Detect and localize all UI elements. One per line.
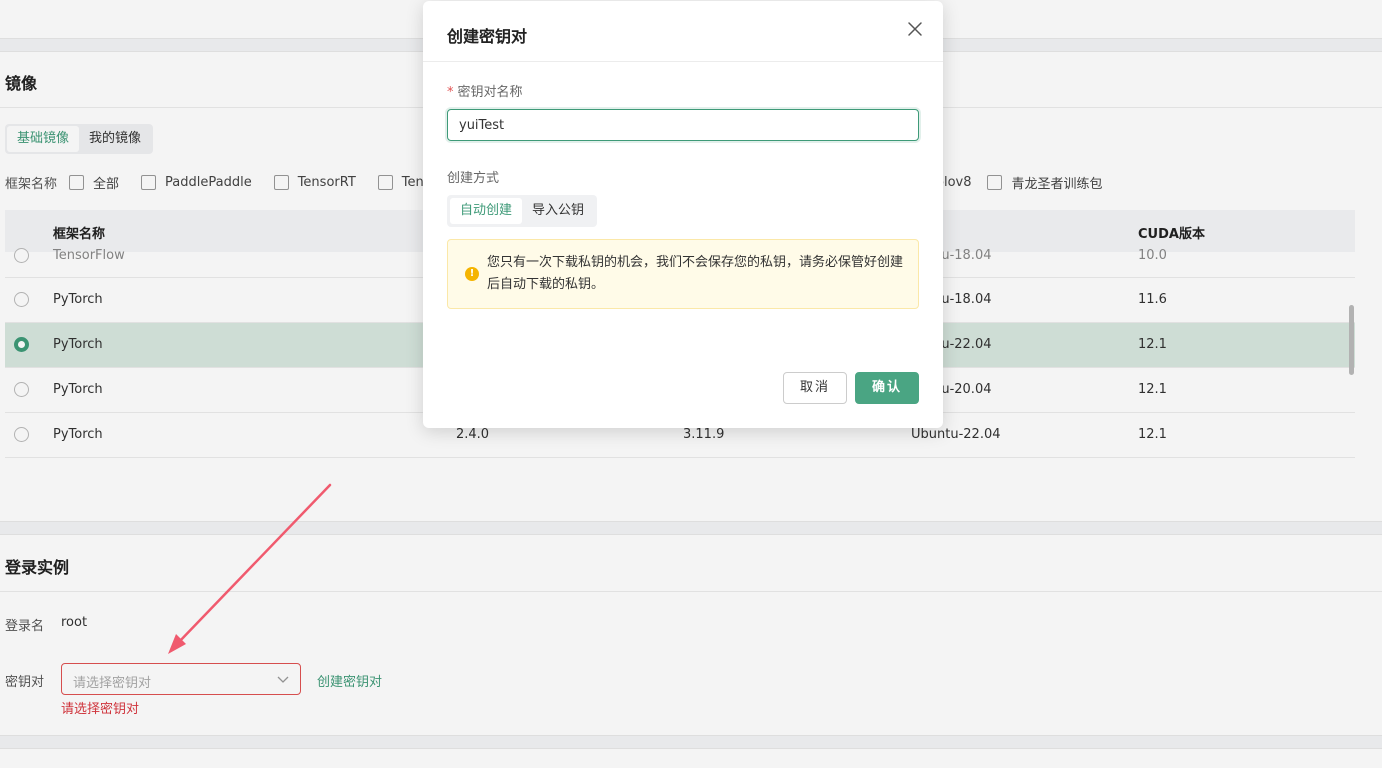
warning-icon: ! bbox=[465, 267, 479, 281]
warning-alert: ! 您只有一次下载私钥的机会，我们不会保存您的私钥，请务必保管好创建后自动下载的… bbox=[447, 239, 919, 309]
keypair-name-input[interactable] bbox=[447, 109, 919, 141]
confirm-button[interactable]: 确认 bbox=[855, 372, 920, 404]
dialog-title: 创建密钥对 bbox=[447, 27, 528, 46]
create-keypair-dialog: 创建密钥对 *密钥对名称 创建方式 自动创建 导入公钥 ! 您只有一次下载私钥的… bbox=[423, 1, 943, 428]
method-import-public-key[interactable]: 导入公钥 bbox=[522, 198, 594, 224]
dialog-header: 创建密钥对 bbox=[423, 1, 943, 62]
close-icon[interactable] bbox=[907, 21, 923, 37]
warning-text: 您只有一次下载私钥的机会，我们不会保存您的私钥，请务必保管好创建后自动下载的私钥… bbox=[487, 255, 904, 292]
method-auto-create[interactable]: 自动创建 bbox=[450, 198, 523, 224]
cancel-button[interactable]: 取消 bbox=[783, 372, 848, 404]
keypair-name-label: * 密钥对名称 bbox=[447, 85, 523, 100]
create-method-label: 创建方式 bbox=[447, 171, 500, 186]
create-method-toggle: 自动创建 导入公钥 bbox=[447, 195, 598, 227]
